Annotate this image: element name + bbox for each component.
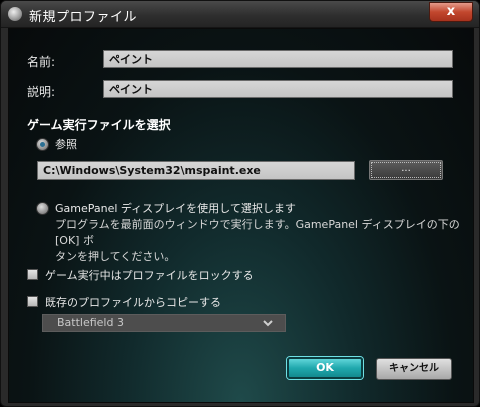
title-bar[interactable]: 新規プロファイル x [1,1,479,28]
logitech-icon [8,7,22,21]
browse-radio-label: 参照 [55,138,77,151]
gamepanel-description-line: プログラムを最前面のウィンドウで実行します。GamePanel ディスプレイの下… [55,218,460,247]
close-button[interactable]: x [429,2,473,22]
copy-source-dropdown[interactable]: Battlefield 3 [42,314,286,332]
gamepanel-description-line: タンを押してください。 [55,250,176,263]
description-input[interactable]: ペイント [103,80,453,98]
copy-source-selected: Battlefield 3 [57,316,124,329]
lock-profile-checkbox[interactable] [27,269,38,280]
browse-button-label: ... [371,162,441,178]
cancel-button[interactable]: キャンセル [376,358,452,380]
name-label: 名前: [27,55,56,69]
gamepanel-radio-label: GamePanel ディスプレイを使用して選択します [55,202,296,215]
copy-profile-label: 既存のプロファイルからコピーする [45,296,221,309]
copy-profile-checkbox[interactable] [27,296,38,307]
gamepanel-description: プログラムを最前面のウィンドウで実行します。GamePanel ディスプレイの下… [55,217,469,265]
ok-button[interactable]: OK [287,357,363,379]
description-label: 説明: [27,85,56,99]
gamepanel-radio[interactable] [36,202,49,215]
exe-section-title: ゲーム実行ファイルを選択 [27,118,171,132]
browse-radio[interactable] [36,138,49,151]
exe-path-input[interactable]: C:\Windows\System32\mspaint.exe [37,161,355,180]
chevron-down-icon [263,320,273,327]
new-profile-dialog: 新規プロファイル x 名前: ペイント 説明: ペイント ゲーム実行ファイルを選… [0,0,480,407]
name-input[interactable]: ペイント [103,50,453,68]
window-title: 新規プロファイル [29,10,138,25]
browse-button[interactable]: ... [369,160,443,180]
lock-profile-label: ゲーム実行中はプロファイルをロックする [45,269,254,282]
dialog-body: 名前: ペイント 説明: ペイント ゲーム実行ファイルを選択 参照 C:\Win… [8,28,474,403]
